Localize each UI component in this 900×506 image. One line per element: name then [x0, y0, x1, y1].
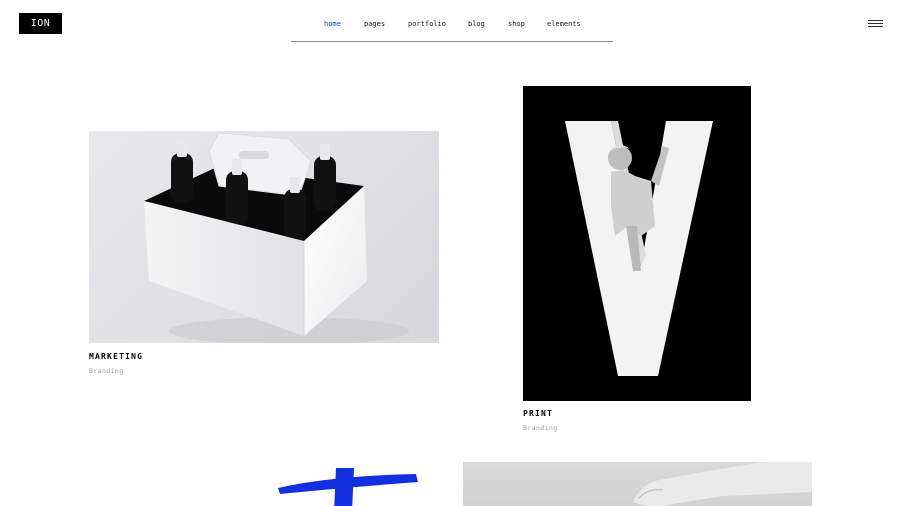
- nav-pages[interactable]: pages: [364, 20, 385, 28]
- nav-home[interactable]: home: [324, 20, 341, 28]
- portfolio-title-print[interactable]: PRINT: [523, 409, 553, 418]
- nav-elements[interactable]: elements: [547, 20, 581, 28]
- nav-shop[interactable]: shop: [508, 20, 525, 28]
- portfolio-image-marketing[interactable]: [89, 131, 439, 343]
- six-pack-bottles-carrier-photo: [144, 132, 409, 343]
- portfolio-image-hand[interactable]: [463, 462, 812, 506]
- blue-cross-brush-stroke: [278, 468, 418, 506]
- main-nav: home pages portfolio blog shop elements: [291, 0, 613, 42]
- portfolio-title-marketing[interactable]: MARKETING: [89, 352, 143, 361]
- nav-portfolio[interactable]: portfolio: [408, 20, 446, 28]
- portfolio-image-cross[interactable]: [270, 462, 430, 506]
- portfolio-category-marketing[interactable]: Branding: [89, 367, 124, 375]
- portfolio-image-print[interactable]: [523, 86, 751, 401]
- hamburger-icon[interactable]: [868, 19, 885, 29]
- nav-blog[interactable]: blog: [468, 20, 485, 28]
- logo[interactable]: ION: [19, 13, 62, 34]
- woman-in-letter-v-photo: [565, 121, 713, 376]
- hand-photo: [633, 462, 812, 506]
- portfolio-category-print[interactable]: Branding: [523, 424, 558, 432]
